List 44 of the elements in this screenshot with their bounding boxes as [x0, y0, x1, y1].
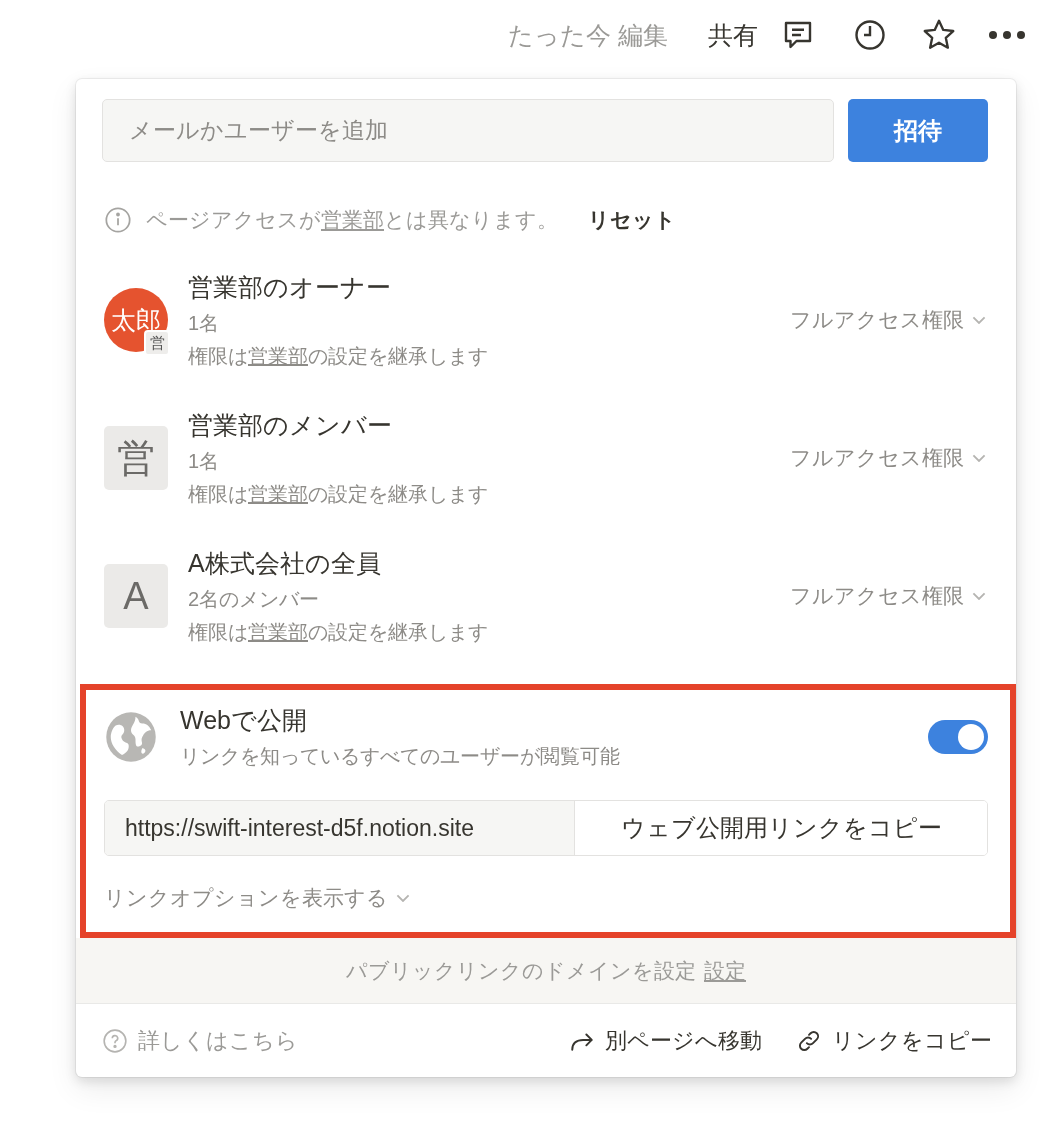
- group-avatar: A: [104, 564, 168, 628]
- access-dropdown[interactable]: フルアクセス権限: [790, 582, 986, 610]
- info-icon: [104, 206, 132, 234]
- member-count: 1名: [188, 448, 221, 474]
- access-dropdown[interactable]: フルアクセス権限: [790, 444, 986, 472]
- group-badge: 営: [144, 330, 170, 356]
- clock-icon[interactable]: [852, 17, 888, 53]
- group-link[interactable]: 営業部: [248, 482, 308, 505]
- access-notice: ページアクセスが営業部とは異なります。: [146, 207, 558, 233]
- chevron-down-icon: [972, 315, 986, 325]
- publish-toggle[interactable]: [928, 720, 988, 754]
- invite-field[interactable]: メールかユーザーを追加: [102, 99, 834, 162]
- member-title: 営業部のメンバー: [188, 409, 393, 441]
- url-field[interactable]: https://swift-interest-d5f.notion.site: [105, 801, 575, 855]
- invite-button[interactable]: 招待: [848, 99, 988, 162]
- reset-button[interactable]: リセット: [588, 206, 676, 234]
- inherit-text: 権限は営業部の設定を継承します: [188, 619, 489, 645]
- domain-settings-link[interactable]: 設定: [704, 956, 746, 985]
- member-count: 1名: [188, 310, 221, 336]
- move-page-button[interactable]: 別ページへ移動: [605, 1025, 762, 1056]
- publish-title: Webで公開: [180, 705, 308, 736]
- chevron-down-icon: [972, 591, 986, 601]
- group-avatar: 営: [104, 426, 168, 490]
- link-options-toggle[interactable]: リンクオプションを表示する: [104, 884, 410, 912]
- group-link[interactable]: 営業部: [321, 208, 384, 231]
- more-icon[interactable]: [988, 30, 1026, 40]
- help-icon: [102, 1027, 128, 1054]
- copy-link-button[interactable]: リンクをコピー: [832, 1025, 992, 1056]
- edited-time: たった今 編集: [508, 19, 668, 51]
- globe-icon: [104, 710, 158, 764]
- inherit-text: 権限は営業部の設定を継承します: [188, 343, 489, 369]
- group-link[interactable]: 営業部: [248, 620, 308, 643]
- publish-description: リンクを知っているすべてのユーザーが閲覧可能: [180, 744, 621, 769]
- member-count: 2名のメンバー: [188, 586, 321, 612]
- inherit-text: 権限は営業部の設定を継承します: [188, 481, 489, 507]
- chevron-down-icon: [396, 893, 410, 903]
- member-title: 営業部のオーナー: [188, 271, 392, 303]
- group-link[interactable]: 営業部: [248, 344, 308, 367]
- share-button[interactable]: 共有: [708, 18, 758, 52]
- member-title: A株式会社の全員: [188, 547, 382, 579]
- domain-text: パブリックリンクのドメインを設定: [346, 957, 696, 984]
- access-dropdown[interactable]: フルアクセス権限: [790, 306, 986, 334]
- help-link[interactable]: 詳しくはこちら: [138, 1025, 298, 1056]
- chevron-down-icon: [972, 453, 986, 463]
